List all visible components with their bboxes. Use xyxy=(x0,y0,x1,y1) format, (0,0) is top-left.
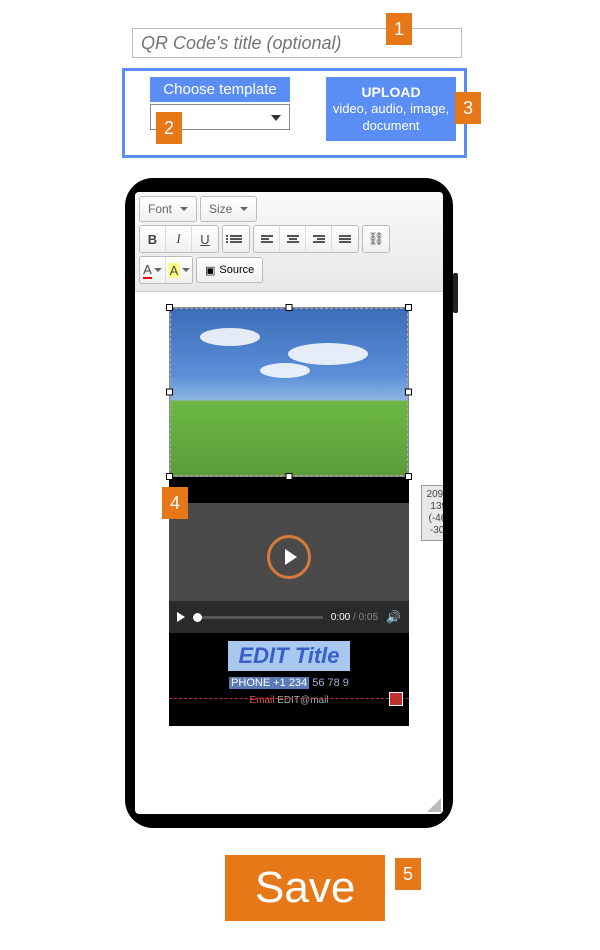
source-label: Source xyxy=(219,264,254,276)
source-icon: ▣ xyxy=(205,264,215,277)
volume-icon[interactable]: 🔊 xyxy=(386,610,401,624)
source-button[interactable]: ▣ Source xyxy=(196,257,263,283)
callout-badge-4: 4 xyxy=(162,487,188,519)
callout-badge-2: 2 xyxy=(156,112,182,144)
size-label: Size xyxy=(209,202,232,216)
video-time: 0:00 / 0:05 xyxy=(331,612,378,623)
align-right-button[interactable] xyxy=(306,226,332,252)
dimension-tooltip: 209 x 139 (-46, -30) xyxy=(421,485,443,541)
phone-text[interactable]: PHONE +1 234 56 78 9 xyxy=(169,677,409,689)
phone-side-button xyxy=(453,273,458,313)
callout-badge-3: 3 xyxy=(455,92,481,124)
video-player[interactable]: 0:00 / 0:05 🔊 xyxy=(169,503,409,633)
underline-button[interactable]: U xyxy=(192,226,218,252)
editor-content-area[interactable]: 209 x 139 (-46, -30) 0:00 / 0:05 xyxy=(135,292,443,809)
align-justify-button[interactable] xyxy=(332,226,358,252)
email-text[interactable]: Email EDIT@mail xyxy=(169,695,409,706)
editable-title[interactable]: EDIT Title xyxy=(228,641,349,671)
landscape-image xyxy=(169,307,409,477)
choose-template-label: Choose template xyxy=(150,77,290,102)
italic-button[interactable]: I xyxy=(166,226,192,252)
text-color-button[interactable]: A xyxy=(140,257,166,283)
font-label: Font xyxy=(148,202,172,216)
callout-badge-5: 5 xyxy=(395,858,421,890)
black-spacer xyxy=(169,477,409,503)
qr-title-input[interactable] xyxy=(132,28,462,58)
cursor-marker xyxy=(389,692,403,706)
chevron-down-icon xyxy=(182,268,190,272)
selected-image-block[interactable]: 209 x 139 (-46, -30) xyxy=(169,307,409,477)
callout-badge-1: 1 xyxy=(386,13,412,45)
size-dropdown[interactable]: Size xyxy=(200,196,257,222)
seek-thumb[interactable] xyxy=(193,613,202,622)
chevron-down-icon xyxy=(180,207,188,211)
align-left-button[interactable] xyxy=(254,226,280,252)
video-controls: 0:00 / 0:05 🔊 xyxy=(169,601,409,633)
chevron-down-icon xyxy=(154,268,162,272)
bold-button[interactable]: B xyxy=(140,226,166,252)
save-button[interactable]: Save xyxy=(225,855,385,921)
cursor-line xyxy=(169,698,409,699)
bullet-list-button[interactable] xyxy=(223,226,249,252)
bg-color-button[interactable]: A xyxy=(166,257,192,283)
chevron-down-icon xyxy=(240,207,248,211)
text-content-block[interactable]: EDIT Title PHONE +1 234 56 78 9 Email ED… xyxy=(169,633,409,726)
upload-line2: video, audio, image, document xyxy=(330,101,452,135)
play-icon[interactable] xyxy=(177,612,185,622)
link-button[interactable]: ⛓ xyxy=(363,226,389,252)
editor-toolbar: Font Size B I U xyxy=(135,192,443,292)
font-dropdown[interactable]: Font xyxy=(139,196,197,222)
upload-line1: UPLOAD xyxy=(330,83,452,101)
upload-button[interactable]: UPLOAD video, audio, image, document xyxy=(326,77,456,141)
play-button[interactable] xyxy=(267,535,311,579)
video-seek-track[interactable] xyxy=(193,616,323,619)
editor-resize-grip[interactable] xyxy=(427,798,441,812)
align-center-button[interactable] xyxy=(280,226,306,252)
